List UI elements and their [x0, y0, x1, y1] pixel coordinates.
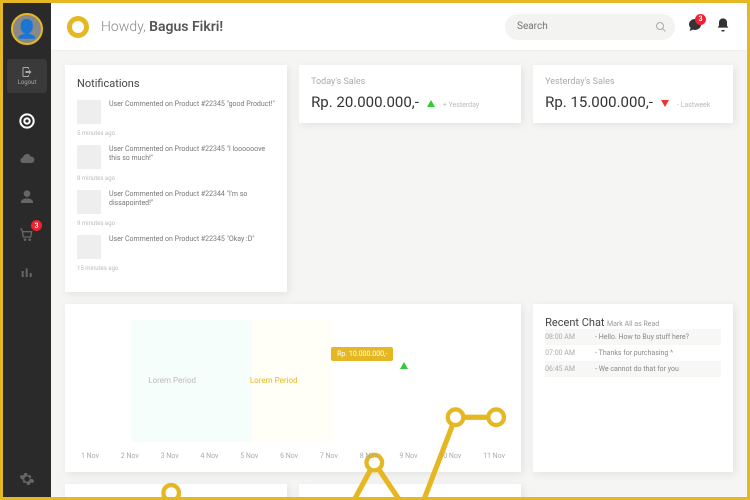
bell-icon-button[interactable] — [715, 17, 731, 37]
notification-time: 8 minutes ago — [77, 175, 275, 182]
chat-text: - Hello. How to Buy stuff here? — [595, 333, 689, 341]
cloud-icon — [19, 151, 35, 167]
avatar[interactable]: 👤 — [11, 13, 43, 45]
trend-up-icon — [400, 362, 408, 369]
logout-label: Logout — [18, 79, 37, 86]
topbar: Howdy, Bagus Fikri! 3 — [51, 3, 747, 51]
yesterday-sales-card: Yesterday's Sales Rp. 15.000.000,- - Las… — [533, 65, 733, 123]
yesterday-sales-label: Yesterday's Sales — [545, 77, 721, 87]
logout-button[interactable]: Logout — [7, 59, 47, 93]
yesterday-sales-amount: Rp. 15.000.000,- — [545, 93, 653, 111]
sales-chart — [77, 320, 509, 497]
chat-row[interactable]: 08:00 AM - Hello. How to Buy stuff here? — [545, 329, 721, 345]
yesterday-compare: - Lastweek — [677, 101, 710, 109]
chat-row[interactable]: 07:00 AM - Thanks for purchasing ^ — [545, 345, 721, 361]
logout-icon — [21, 66, 33, 78]
notification-item[interactable]: User Commented on Product #22345 "I looo… — [77, 145, 275, 169]
notification-item[interactable]: User Commented on Product #22344 "I'm so… — [77, 190, 275, 214]
mark-all-read[interactable]: Mark All as Read — [607, 320, 659, 328]
trend-up-icon — [427, 100, 435, 107]
chat-text: - Thanks for purchasing ^ — [595, 349, 673, 357]
nav-cart[interactable]: 3 — [9, 217, 45, 253]
chat-icon-button[interactable]: 3 — [687, 17, 703, 37]
notification-thumb — [77, 100, 101, 124]
chat-text: - We cannot do that for you — [595, 365, 679, 373]
bell-icon — [715, 17, 731, 33]
notification-item[interactable]: User Commented on Product #22345 "Okay :… — [77, 235, 275, 259]
notification-text: User Commented on Product #22345 "I looo… — [109, 145, 275, 169]
chat-row[interactable]: 06:45 AM - We cannot do that for you — [545, 361, 721, 377]
chart-x-labels: 1 Nov2 Nov3 Nov4 Nov5 Nov6 Nov7 Nov8 Nov… — [77, 452, 509, 460]
recent-chat-card: Recent Chat Mark All as Read 08:00 AM - … — [533, 304, 733, 472]
notification-text: User Commented on Product #22345 "Okay :… — [109, 235, 255, 259]
greeting: Howdy, Bagus Fikri! — [101, 19, 223, 35]
nav-user[interactable] — [9, 179, 45, 215]
trend-down-icon — [661, 100, 669, 107]
chart-tooltip: Rp. 10.000.000,- — [331, 347, 393, 361]
logo-icon — [67, 16, 89, 38]
gear-icon — [19, 471, 35, 487]
notifications-card: Notifications User Commented on Product … — [65, 65, 287, 292]
today-sales-amount: Rp. 20.000.000,- — [311, 93, 419, 111]
nav-stats[interactable] — [9, 255, 45, 291]
user-icon — [19, 189, 35, 205]
today-sales-card: Today's Sales Rp. 20.000.000,- + Yesterd… — [299, 65, 521, 123]
chat-time: 06:45 AM — [545, 365, 585, 373]
notifications-title: Notifications — [77, 77, 275, 90]
notification-item[interactable]: User Commented on Product #22345 "good P… — [77, 100, 275, 124]
nav-dashboard[interactable] — [9, 103, 45, 139]
nav-cloud[interactable] — [9, 141, 45, 177]
chart-card: Lorem PeriodLorem Period Rp. 10.000.000,… — [65, 304, 521, 472]
notification-thumb — [77, 145, 101, 169]
notification-thumb — [77, 190, 101, 214]
notification-thumb — [77, 235, 101, 259]
notification-text: User Commented on Product #22345 "good P… — [109, 100, 275, 124]
chat-badge: 3 — [695, 14, 706, 25]
notification-text: User Commented on Product #22344 "I'm so… — [109, 190, 275, 214]
lifebuoy-icon — [19, 113, 35, 129]
chat-time: 08:00 AM — [545, 333, 585, 341]
chat-time: 07:00 AM — [545, 349, 585, 357]
bars-icon — [19, 265, 35, 281]
nav-settings[interactable] — [9, 461, 45, 497]
notification-time: 15 minutes ago — [77, 265, 275, 272]
today-sales-label: Today's Sales — [311, 77, 509, 87]
notification-time: 9 minutes ago — [77, 220, 275, 227]
chat-title: Recent Chat — [545, 316, 604, 329]
today-compare: + Yesterday — [443, 101, 479, 109]
cart-badge: 3 — [31, 220, 42, 231]
search-icon — [655, 21, 667, 33]
sidebar: 👤 Logout 3 — [3, 3, 51, 497]
search-input[interactable] — [505, 14, 675, 40]
notification-time: 5 minutes ago — [77, 130, 275, 137]
